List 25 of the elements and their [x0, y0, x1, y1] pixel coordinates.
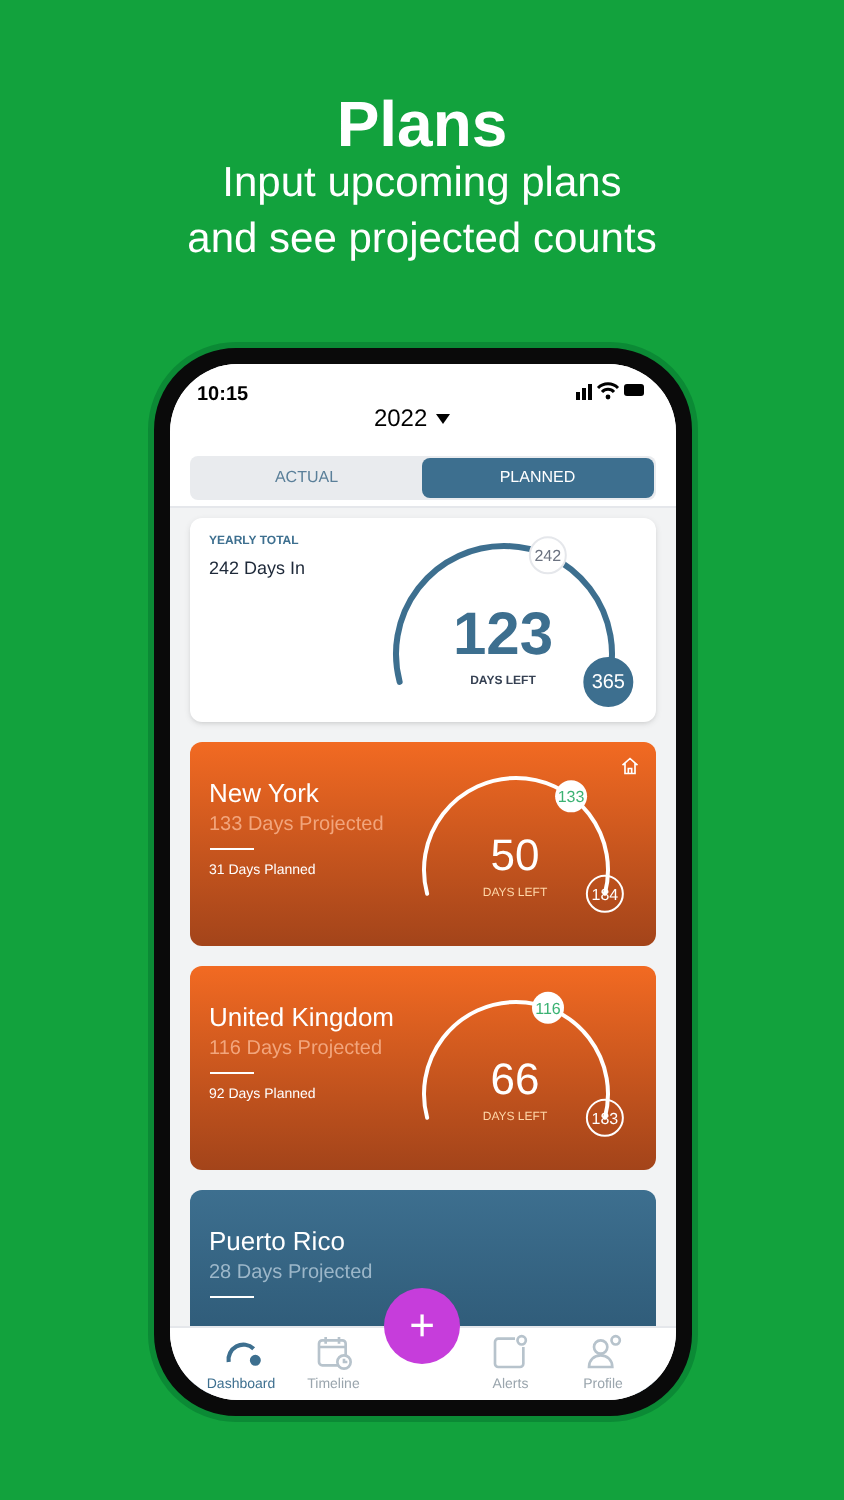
- segment-tab[interactable]: PLANNED: [422, 458, 653, 498]
- place-name: New York: [209, 778, 321, 811]
- caret-icon: [435, 413, 450, 423]
- projected-days: 28 Days Projected: [209, 1258, 635, 1289]
- page-subtitle: Input upcoming plans: [222, 158, 622, 210]
- place-name: United Kingdom: [209, 1002, 396, 1035]
- place-name: Puerto Rico: [209, 1226, 347, 1259]
- projected-days: 116 Days Projected: [209, 1034, 399, 1065]
- segment-tab[interactable]: ACTUAL: [191, 458, 422, 498]
- notification-icon: [490, 1332, 531, 1372]
- year-picker[interactable]: 2022: [373, 400, 450, 436]
- projected-days: 133 Days Projected: [209, 810, 399, 841]
- page-title: Plans: [336, 92, 508, 156]
- gauge-total: 365: [582, 656, 633, 707]
- days-left-count: 66: [490, 1058, 540, 1102]
- gauge-marker: 116: [531, 991, 563, 1024]
- calendar-icon: [313, 1332, 354, 1372]
- days-in: 242 Days In: [209, 556, 308, 582]
- page-subtitle: and see projected counts: [187, 214, 657, 266]
- gauge-marker: 133: [554, 780, 587, 813]
- status-icons: [575, 380, 647, 400]
- days-left-count: 123: [452, 606, 554, 666]
- status-time: 10:15: [197, 382, 249, 410]
- days-left-count: 50: [490, 834, 540, 878]
- gauge-marker: 242: [527, 536, 566, 575]
